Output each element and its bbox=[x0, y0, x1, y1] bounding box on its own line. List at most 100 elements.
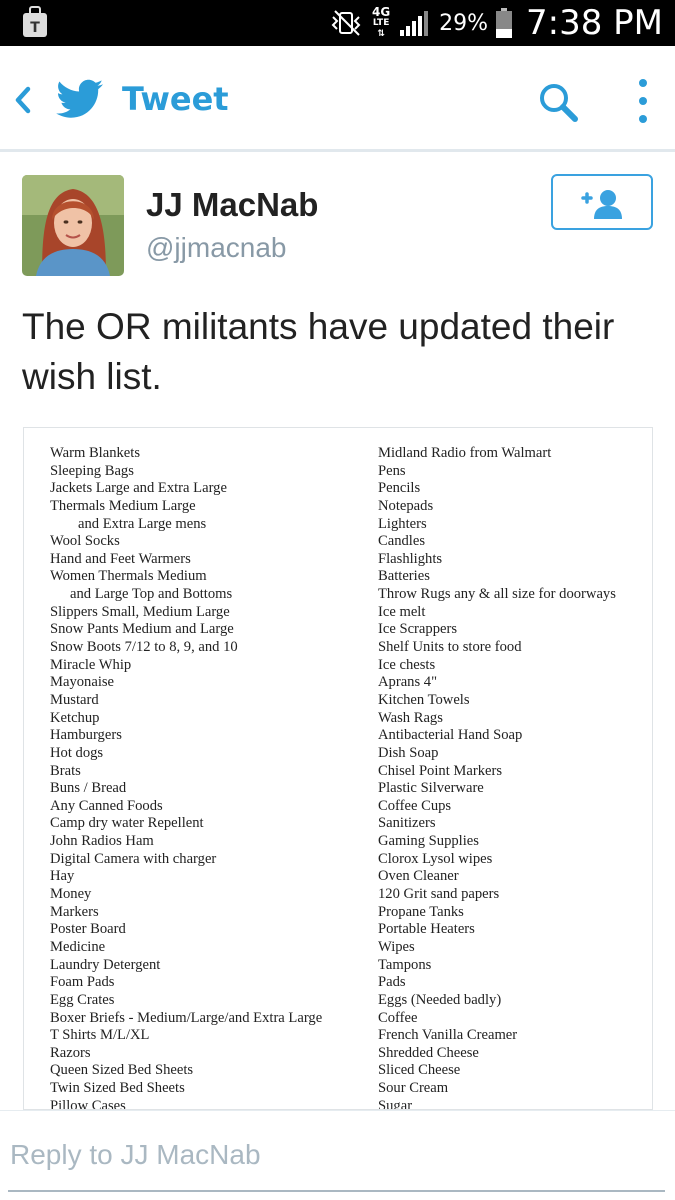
list-item: Chisel Point Markers bbox=[378, 762, 503, 779]
list-item: Aprans 4" bbox=[378, 674, 438, 691]
list-item: Pads bbox=[378, 974, 406, 991]
tweet-text: The OR militants have updated their wish… bbox=[22, 306, 615, 397]
back-icon[interactable] bbox=[12, 86, 34, 114]
twitter-bird-icon bbox=[56, 79, 103, 118]
list-item: Boxer Briefs - Medium/Large/and Extra La… bbox=[50, 1009, 323, 1026]
list-item: Clorox Lysol wipes bbox=[378, 850, 493, 867]
list-item: Ice melt bbox=[378, 603, 426, 620]
network-type: 4G LTE ⇅ bbox=[371, 4, 391, 39]
list-item: Plastic Silverware bbox=[378, 780, 484, 797]
wish-list-left-column: Warm Blankets Sleeping Bags Jackets Larg… bbox=[50, 445, 323, 1110]
list-item: Notepads bbox=[378, 497, 434, 514]
list-item: Throw Rugs any & all size for doorways bbox=[378, 586, 616, 603]
list-item: Pens bbox=[378, 462, 406, 479]
list-item: Gaming Supplies bbox=[378, 833, 479, 850]
reply-bar: Reply to JJ MacNab bbox=[0, 1110, 675, 1200]
list-item: Wash Rags bbox=[378, 709, 443, 726]
list-item: Propane Tanks bbox=[378, 903, 464, 920]
list-item: Thermals Medium Large bbox=[50, 497, 196, 514]
list-item: Shredded Cheese bbox=[378, 1044, 479, 1061]
list-item: Ice chests bbox=[378, 656, 436, 673]
clock: 7:38 PM bbox=[526, 3, 663, 43]
list-item: Razors bbox=[50, 1044, 91, 1061]
list-item: Markers bbox=[50, 903, 99, 920]
list-item: Warm Blankets bbox=[50, 445, 141, 461]
list-item: Miracle Whip bbox=[50, 656, 132, 673]
list-item: Batteries bbox=[378, 568, 430, 585]
app-toolbar: Tweet bbox=[0, 46, 675, 152]
svg-text:T: T bbox=[30, 20, 40, 36]
search-icon[interactable] bbox=[538, 82, 578, 122]
reply-input-underline bbox=[8, 1190, 665, 1192]
list-item: Ice Scrappers bbox=[378, 621, 458, 638]
list-item: Tampons bbox=[378, 956, 432, 973]
list-item: Antibacterial Hand Soap bbox=[378, 727, 523, 744]
list-item: Candles bbox=[378, 533, 426, 550]
list-item: Hay bbox=[50, 868, 75, 885]
list-item: Snow Pants Medium and Large bbox=[50, 621, 234, 638]
list-item: Kitchen Towels bbox=[378, 691, 470, 708]
avatar[interactable] bbox=[22, 175, 124, 276]
list-item: Sour Cream bbox=[378, 1080, 449, 1097]
list-item: Jackets Large and Extra Large bbox=[50, 480, 227, 497]
author-handle[interactable]: @jjmacnab bbox=[146, 232, 286, 264]
list-item: Coffee Cups bbox=[378, 797, 452, 814]
list-item: and Large Top and Bottoms bbox=[70, 586, 233, 603]
list-item: Poster Board bbox=[50, 921, 126, 938]
list-item: Sliced Cheese bbox=[378, 1062, 461, 1079]
list-item: Slippers Small, Medium Large bbox=[50, 603, 230, 620]
list-item: Hand and Feet Warmers bbox=[50, 550, 191, 567]
list-item: Shelf Units to store food bbox=[378, 639, 522, 656]
list-item: Sleeping Bags bbox=[50, 462, 134, 479]
list-item: Any Canned Foods bbox=[50, 797, 163, 814]
list-item: Medicine bbox=[50, 938, 106, 955]
status-bar: T 4G LTE ⇅ 29% 7:38 PM bbox=[0, 0, 675, 46]
list-item: Digital Camera with charger bbox=[50, 850, 217, 867]
add-user-icon bbox=[581, 190, 622, 219]
list-item: Mustard bbox=[50, 691, 99, 708]
tweet-media-image[interactable]: Warm Blankets Sleeping Bags Jackets Larg… bbox=[23, 427, 653, 1110]
list-item: John Radios Ham bbox=[50, 833, 154, 850]
list-item: Ketchup bbox=[50, 709, 100, 726]
list-item: French Vanilla Creamer bbox=[378, 1027, 518, 1044]
list-item: Lighters bbox=[378, 515, 427, 532]
author-name[interactable]: JJ MacNab bbox=[146, 186, 318, 224]
list-item: Egg Crates bbox=[50, 991, 115, 1008]
list-item: Queen Sized Bed Sheets bbox=[50, 1062, 194, 1079]
list-item: Women Thermals Medium bbox=[50, 568, 207, 585]
list-item: Flashlights bbox=[378, 550, 443, 567]
signal-strength-icon bbox=[400, 11, 429, 36]
list-item: Eggs (Needed badly) bbox=[378, 991, 502, 1008]
list-item: Midland Radio from Walmart bbox=[378, 445, 552, 461]
list-item: Twin Sized Bed Sheets bbox=[50, 1080, 185, 1097]
list-item: Pencils bbox=[378, 480, 421, 497]
list-item: Brats bbox=[50, 762, 81, 779]
follow-button[interactable] bbox=[551, 174, 653, 230]
list-item: Camp dry water Repellent bbox=[50, 815, 204, 832]
list-item: Buns / Bread bbox=[50, 780, 127, 797]
list-item: Hot dogs bbox=[50, 744, 104, 761]
reply-input[interactable]: Reply to JJ MacNab bbox=[10, 1139, 261, 1171]
list-item: T Shirts M/L/XL bbox=[50, 1027, 150, 1044]
list-item: Portable Heaters bbox=[378, 921, 475, 938]
list-item: Sugar bbox=[378, 1097, 413, 1110]
list-item: Snow Boots 7/12 to 8, 9, and 10 bbox=[50, 639, 238, 656]
battery-icon bbox=[496, 8, 512, 38]
list-item: Foam Pads bbox=[50, 974, 115, 991]
wish-list-right-column: Midland Radio from Walmart Pens Pencils … bbox=[378, 445, 616, 1110]
list-item: Pillow Cases bbox=[50, 1097, 126, 1110]
list-item: Money bbox=[50, 886, 92, 903]
vibrate-mute-icon bbox=[331, 10, 361, 36]
list-item: Sanitizers bbox=[378, 815, 436, 832]
page-title: Tweet bbox=[122, 80, 229, 118]
battery-percent: 29% bbox=[439, 10, 488, 36]
list-item: Wipes bbox=[378, 938, 415, 955]
carrier-tag-icon: T bbox=[23, 6, 47, 37]
list-item: Wool Socks bbox=[50, 533, 120, 550]
list-item: and Extra Large mens bbox=[78, 515, 207, 532]
list-item: 120 Grit sand papers bbox=[378, 886, 500, 903]
list-item: Coffee bbox=[378, 1009, 418, 1026]
list-item: Hamburgers bbox=[50, 727, 122, 744]
more-vertical-icon[interactable] bbox=[632, 78, 654, 124]
list-item: Oven Cleaner bbox=[378, 868, 459, 885]
